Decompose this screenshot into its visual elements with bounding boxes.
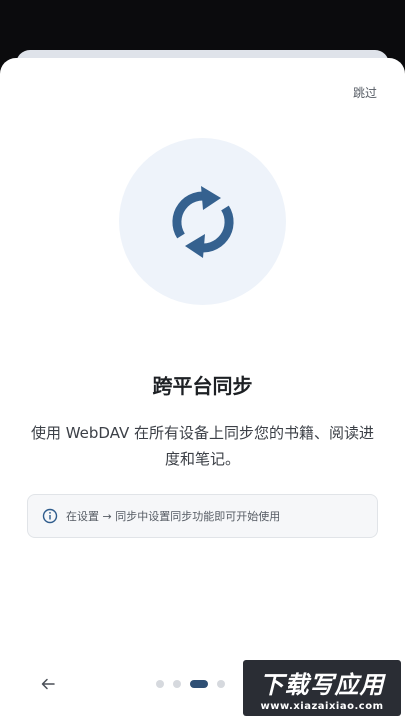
watermark-main: 下载写应用 [259,670,385,699]
watermark-logo: 下载写应用 www.xiazaixiao.com [243,660,401,716]
hint-box: 在设置 → 同步中设置同步功能即可开始使用 [27,494,378,538]
sync-icon [171,185,234,258]
skip-button[interactable]: 跳过 [353,84,377,101]
page-dot-1[interactable] [156,680,164,688]
back-button[interactable] [38,674,58,694]
info-icon [42,508,58,524]
page-title: 跨平台同步 [152,374,253,398]
page-dot-4[interactable] [217,680,225,688]
page-description: 使用 WebDAV 在所有设备上同步您的书籍、阅读进度和笔记。 [30,424,375,468]
watermark-url: www.xiazaixiao.com [260,700,384,712]
onboarding-sheet: 跳过 跨平台同步 使用 WebDAV 在所有设备上同步您的书籍、阅读进度和笔记。… [0,58,405,720]
hero-illustration [119,138,286,305]
page-indicator [156,680,225,688]
arrow-left-icon [41,678,55,690]
page-dot-2[interactable] [173,680,181,688]
hint-text: 在设置 → 同步中设置同步功能即可开始使用 [66,510,281,523]
page-dot-3[interactable] [190,680,208,688]
